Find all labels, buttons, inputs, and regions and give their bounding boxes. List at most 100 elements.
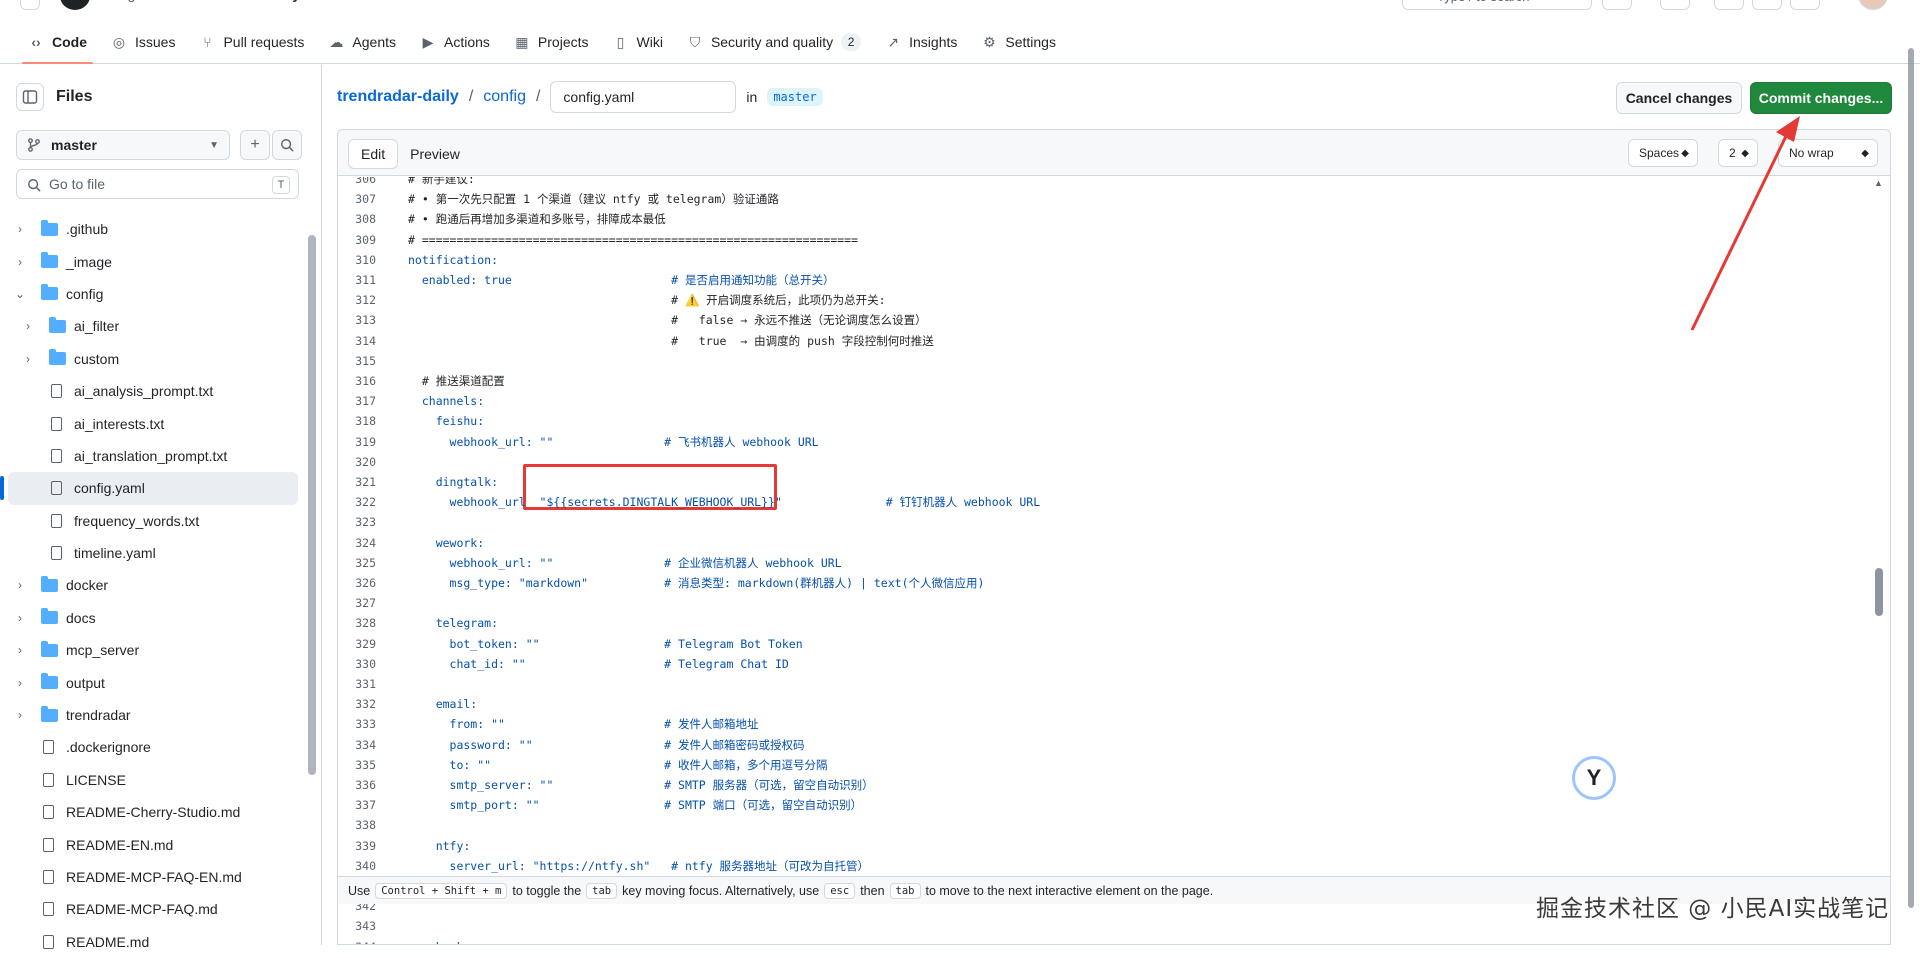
code-line[interactable]: 310 notification: xyxy=(338,250,1890,270)
tree-folder[interactable]: › docs xyxy=(8,602,298,634)
code-line[interactable]: 306 # 新手建议: xyxy=(338,177,1890,189)
code-line[interactable]: 307 # • 第一次先只配置 1 个渠道（建议 ntfy 或 telegram）… xyxy=(338,189,1890,209)
tree-file[interactable]: ai_translation_prompt.txt xyxy=(8,440,298,472)
tree-folder[interactable]: › output xyxy=(8,666,298,698)
code-line[interactable]: 333 from: "" # 发件人邮箱地址 xyxy=(338,714,1890,734)
code-line[interactable]: 319 webhook_url: "" # 飞书机器人 webhook URL xyxy=(338,432,1890,452)
code-line[interactable]: 322 webhook_url "${{secrets.DINGTALK_WEB… xyxy=(338,492,1890,512)
nav-wiki[interactable]: ▯ Wiki xyxy=(601,26,675,58)
tree-file[interactable]: README.md xyxy=(8,926,298,958)
breadcrumb-config-link[interactable]: config xyxy=(483,88,526,106)
indent-mode-select[interactable]: Spaces ◆ xyxy=(1628,139,1698,167)
chevron-right-icon[interactable]: › xyxy=(14,222,26,236)
code-line[interactable]: 325 webhook_url: "" # 企业微信机器人 webhook UR… xyxy=(338,553,1890,573)
tree-file[interactable]: README-Cherry-Studio.md xyxy=(8,796,298,828)
tree-folder[interactable]: › mcp_server xyxy=(8,634,298,666)
code-line[interactable]: 331 xyxy=(338,674,1890,694)
nav-code[interactable]: ‹› Code xyxy=(16,26,99,64)
code-line[interactable]: 326 msg_type: "markdown" # 消息类型: markdow… xyxy=(338,573,1890,593)
github-logo-icon[interactable] xyxy=(60,0,90,10)
collapse-sidebar-button[interactable] xyxy=(16,83,44,111)
chevron-right-icon[interactable]: › xyxy=(22,319,34,333)
code-line[interactable]: 321 dingtalk: xyxy=(338,472,1890,492)
tree-file[interactable]: README-MCP-FAQ-EN.md xyxy=(8,861,298,893)
search-input[interactable]: Type / to search xyxy=(1402,0,1592,10)
tree-folder[interactable]: ⌄ config xyxy=(8,278,298,310)
code-line[interactable]: 337 smtp_port: "" # SMTP 端口（可选，留空自动识别） xyxy=(338,795,1890,815)
tree-file[interactable]: config.yaml xyxy=(0,472,298,505)
tree-file[interactable]: LICENSE xyxy=(8,764,298,796)
tree-file[interactable]: README-MCP-FAQ.md xyxy=(8,893,298,925)
chevron-right-icon[interactable]: › xyxy=(14,255,26,269)
nav-settings[interactable]: ⚙ Settings xyxy=(969,26,1068,58)
code-line[interactable]: 317 channels: xyxy=(338,391,1890,411)
code-line[interactable]: 344 bark: xyxy=(338,937,1890,944)
tree-file[interactable]: README-EN.md xyxy=(8,828,298,860)
add-file-button[interactable]: + xyxy=(240,130,270,160)
code-line[interactable]: 332 email: xyxy=(338,694,1890,714)
tree-folder[interactable]: › ai_filter xyxy=(8,310,298,342)
editor-scrollbar[interactable]: ▲ xyxy=(1874,178,1884,898)
chevron-right-icon[interactable]: › xyxy=(14,578,26,592)
breadcrumb-repo-link[interactable]: trendradar-daily xyxy=(337,88,459,106)
wrap-mode-select[interactable]: No wrap ◆ xyxy=(1778,139,1878,167)
tree-folder[interactable]: › .github xyxy=(8,213,298,245)
code-line[interactable]: 309 # ===================================… xyxy=(338,230,1890,250)
scrollbar-thumb[interactable] xyxy=(1908,48,1914,908)
code-line[interactable]: 323 xyxy=(338,512,1890,532)
repo-link[interactable]: trendradar-daily xyxy=(194,0,301,2)
code-line[interactable]: 314 # true → 由调度的 push 字段控制何时推送 xyxy=(338,331,1890,351)
tree-file[interactable]: timeline.yaml xyxy=(8,537,298,569)
code-line[interactable]: 335 to: "" # 收件人邮箱，多个用逗号分隔 xyxy=(338,755,1890,775)
pulls-shortcut-button[interactable] xyxy=(1752,0,1782,10)
code-line[interactable]: 329 bot_token: "" # Telegram Bot Token xyxy=(338,634,1890,654)
menu-button[interactable] xyxy=(20,0,40,10)
nav-actions[interactable]: ▶ Actions xyxy=(408,26,502,58)
tree-folder[interactable]: › trendradar xyxy=(8,699,298,731)
branch-selector[interactable]: master ▼ xyxy=(16,130,230,160)
code-area[interactable]: 306 # 新手建议: 307 # • 第一次先只配置 1 个渠道（建议 ntfy 或… xyxy=(338,177,1890,944)
tree-folder[interactable]: › _image xyxy=(8,245,298,277)
assistant-float-icon[interactable]: Y xyxy=(1572,756,1616,800)
code-line[interactable]: 316 # 推送渠道配置 xyxy=(338,371,1890,391)
code-line[interactable]: 339 ntfy: xyxy=(338,836,1890,856)
code-line[interactable]: 324 wework: xyxy=(338,533,1890,553)
nav-projects[interactable]: ▦ Projects xyxy=(502,26,601,58)
scrollbar-thumb[interactable] xyxy=(1875,568,1883,616)
code-line[interactable]: 315 xyxy=(338,351,1890,371)
chevron-right-icon[interactable]: › xyxy=(14,643,26,657)
tree-file[interactable]: ai_interests.txt xyxy=(8,407,298,439)
sidebar-scrollbar[interactable] xyxy=(308,215,316,775)
code-line[interactable]: 328 telegram: xyxy=(338,613,1890,633)
nav-issues[interactable]: ◎ Issues xyxy=(99,26,187,58)
chevron-right-icon[interactable]: › xyxy=(22,352,34,366)
cancel-changes-button[interactable]: Cancel changes xyxy=(1616,82,1742,114)
nav-agents[interactable]: ☁ Agents xyxy=(316,26,408,58)
chevron-right-icon[interactable]: › xyxy=(14,676,26,690)
code-line[interactable]: 334 password: "" # 发件人邮箱密码或授权码 xyxy=(338,735,1890,755)
code-line[interactable]: 308 # • 跑通后再增加多渠道和多账号，排障成本最低 xyxy=(338,209,1890,229)
indent-size-select[interactable]: 2 ◆ xyxy=(1718,139,1758,167)
scroll-up-arrow-icon[interactable]: ▲ xyxy=(1874,178,1883,188)
go-to-file-input[interactable]: Go to file T xyxy=(16,169,299,199)
code-line[interactable]: 330 chat_id: "" # Telegram Chat ID xyxy=(338,654,1890,674)
tree-file[interactable]: .dockerignore xyxy=(8,731,298,763)
repo-context[interactable]: fengfm2021 / trendradar-daily xyxy=(108,0,300,2)
tree-file[interactable]: frequency_words.txt xyxy=(8,505,298,537)
tree-file[interactable]: ai_analysis_prompt.txt xyxy=(8,375,298,407)
create-new-button[interactable] xyxy=(1660,0,1690,10)
code-line[interactable]: 320 xyxy=(338,452,1890,472)
page-scrollbar[interactable] xyxy=(1906,40,1916,940)
nav-security-and-quality[interactable]: ⛉ Security and quality 2 xyxy=(675,26,873,58)
owner-link[interactable]: fengfm2021 xyxy=(108,0,182,2)
filename-input[interactable]: config.yaml xyxy=(550,81,737,113)
scrollbar-thumb[interactable] xyxy=(308,235,316,775)
copilot-button[interactable] xyxy=(1602,0,1632,10)
tree-folder[interactable]: › custom xyxy=(8,343,298,375)
issues-shortcut-button[interactable] xyxy=(1714,0,1744,10)
notifications-button[interactable] xyxy=(1790,0,1820,10)
code-line[interactable]: 336 smtp_server: "" # SMTP 服务器（可选，留空自动识别… xyxy=(338,775,1890,795)
code-line[interactable]: 338 xyxy=(338,815,1890,835)
chevron-right-icon[interactable]: › xyxy=(14,708,26,722)
code-line[interactable]: 327 xyxy=(338,593,1890,613)
